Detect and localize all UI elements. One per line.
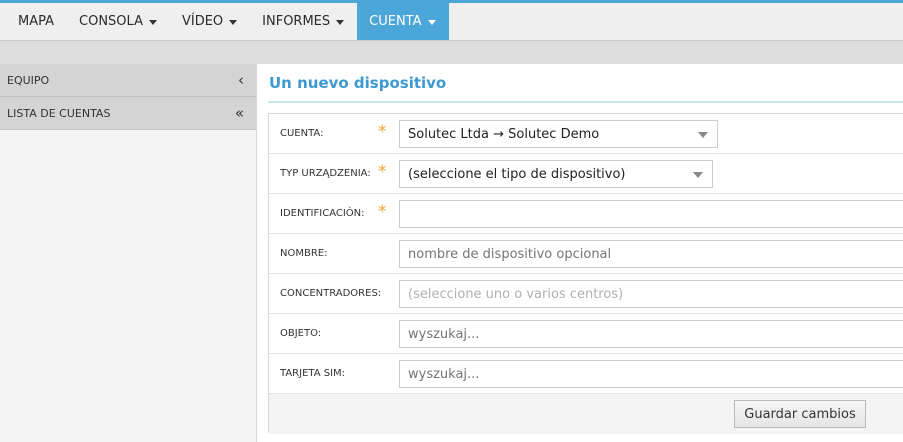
form-row-object: OBJETO: [269, 314, 903, 354]
identification-input[interactable] [399, 200, 903, 228]
nav-video[interactable]: VÍDEO [170, 3, 250, 40]
sim-label: TARJETA SIM: [280, 368, 346, 379]
name-input[interactable] [399, 240, 903, 268]
sub-toolbar [0, 40, 903, 64]
sidebar-item-lista-de-cuentas[interactable]: LISTA DE CUENTAS « [0, 97, 256, 130]
top-navigation-bar: MAPA CONSOLA VÍDEO INFORMES CUENTA [0, 0, 903, 40]
sim-search-input[interactable] [399, 360, 903, 388]
identification-label: IDENTIFICACIÓN: [280, 208, 365, 219]
form-row-name: NOMBRE: [269, 234, 903, 274]
nav-mapa-label: MAPA [18, 14, 55, 29]
nav-informes[interactable]: INFORMES [250, 3, 357, 40]
nav-cuenta-label: CUENTA [369, 14, 422, 29]
name-label: NOMBRE: [280, 248, 328, 259]
nav-consola-label: CONSOLA [79, 14, 143, 29]
account-label: CUENTA: [280, 128, 324, 139]
save-changes-button[interactable]: Guardar cambios [734, 400, 866, 428]
sidebar-item-label: EQUIPO [7, 73, 50, 87]
form-row-account: CUENTA: * Solutec Ltda → Solutec Demo [269, 114, 903, 154]
nav-cuenta[interactable]: CUENTA [357, 3, 449, 40]
sidebar: EQUIPO ‹ LISTA DE CUENTAS « [0, 64, 257, 442]
hubs-label: CONCENTRADORES: [280, 288, 382, 299]
form-row-identification: IDENTIFICACIÓN: * [269, 194, 903, 234]
hubs-multiselect[interactable]: (seleccione uno o varios centros) [399, 280, 903, 308]
caret-down-icon [148, 19, 157, 25]
nav-informes-label: INFORMES [262, 14, 331, 29]
chevron-left-icon[interactable]: ‹ [238, 72, 244, 88]
title-divider [268, 101, 903, 103]
form-footer: Guardar cambios [269, 394, 903, 434]
double-chevron-left-icon[interactable]: « [235, 105, 244, 121]
dropdown-arrow-icon [698, 132, 708, 138]
account-select-value: Solutec Ltda → Solutec Demo [408, 126, 600, 142]
sidebar-item-equipo[interactable]: EQUIPO ‹ [0, 64, 256, 97]
device-type-select-value: (seleccione el tipo de dispositivo) [408, 166, 626, 182]
hubs-placeholder: (seleccione uno o varios centros) [408, 286, 624, 302]
caret-down-icon [229, 19, 238, 25]
sidebar-item-label: LISTA DE CUENTAS [7, 106, 111, 120]
nav-mapa[interactable]: MAPA [0, 3, 67, 40]
object-label: OBJETO: [280, 328, 322, 339]
device-type-select[interactable]: (seleccione el tipo de dispositivo) [399, 160, 713, 188]
dropdown-arrow-icon [693, 172, 703, 178]
form-row-sim: TARJETA SIM: [269, 354, 903, 394]
new-device-form: CUENTA: * Solutec Ltda → Solutec Demo TY… [268, 113, 903, 434]
caret-down-icon [336, 19, 345, 25]
device-type-label: TYP URZĄDZENIA: [280, 168, 371, 179]
required-asterisk: * [378, 202, 387, 222]
main-menu: MAPA CONSOLA VÍDEO INFORMES CUENTA [0, 3, 903, 40]
nav-video-label: VÍDEO [181, 14, 224, 29]
page-title: Un nuevo dispositivo [269, 74, 447, 92]
caret-down-icon [427, 19, 436, 25]
required-asterisk: * [378, 122, 387, 142]
nav-consola[interactable]: CONSOLA [67, 3, 170, 40]
account-select[interactable]: Solutec Ltda → Solutec Demo [399, 120, 718, 148]
object-search-input[interactable] [399, 320, 903, 348]
required-asterisk: * [378, 162, 387, 182]
form-row-hubs: CONCENTRADORES: (seleccione uno o varios… [269, 274, 903, 314]
form-row-device-type: TYP URZĄDZENIA: * (seleccione el tipo de… [269, 154, 903, 194]
main-panel: Un nuevo dispositivo CUENTA: * Solutec L… [258, 64, 903, 442]
